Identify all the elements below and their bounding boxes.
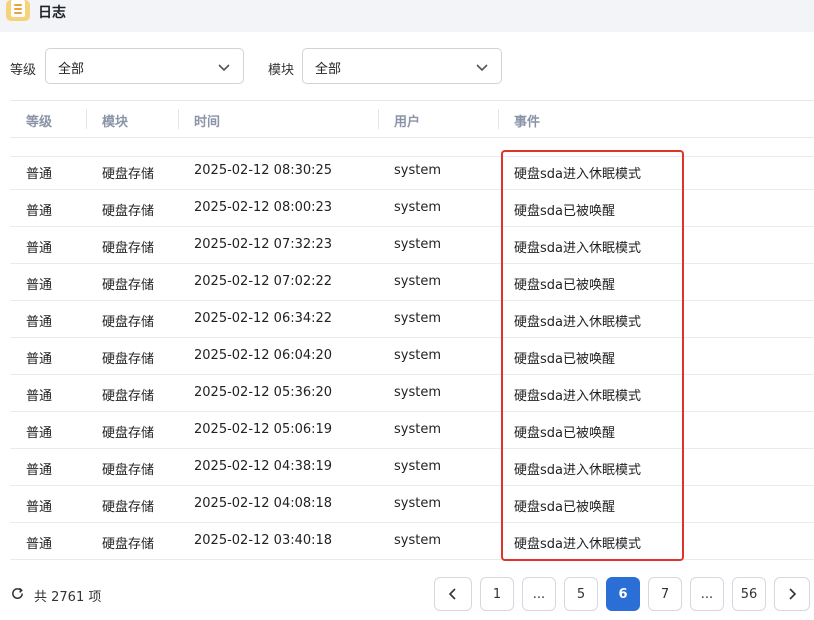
cell-module: 硬盘存储: [102, 204, 155, 219]
table-row[interactable]: 普通 硬盘存储 2025-02-12 07:02:22 system 硬盘sda已被唤醒: [10, 264, 814, 301]
cell-time: 2025-02-12 05:06:19: [194, 422, 333, 437]
cell-user: system: [394, 200, 441, 215]
cell-user: system: [394, 496, 441, 511]
table-row[interactable]: 普通 硬盘存储 2025-02-12 08:30:25 system 硬盘sda进入休眠…: [10, 153, 814, 190]
page-button[interactable]: 7: [648, 577, 682, 611]
cell-event: 硬盘sda已被唤醒: [514, 500, 615, 515]
cell-user: system: [394, 348, 441, 363]
cell-user: system: [394, 533, 441, 548]
table-header: 等级 模块 时间 用户 事件: [10, 100, 814, 138]
cell-level: 普通: [26, 241, 53, 256]
cell-event: 硬盘sda已被唤醒: [514, 204, 615, 219]
page-ellipsis[interactable]: ...: [522, 577, 556, 611]
cell-module: 硬盘存储: [102, 500, 155, 515]
header-level[interactable]: 等级: [26, 111, 52, 130]
cell-level: 普通: [26, 426, 53, 441]
module-select[interactable]: 全部: [302, 48, 502, 84]
cell-module: 硬盘存储: [102, 278, 155, 293]
level-filter-label: 等级: [10, 63, 37, 78]
cell-event: 硬盘sda进入休眠模式: [514, 389, 641, 404]
cell-time: 2025-02-12 07:02:22: [194, 274, 333, 289]
table-row[interactable]: 普通 硬盘存储 2025-02-12 04:38:19 system 硬盘sda进入休眠…: [10, 449, 814, 486]
table-row[interactable]: 普通 硬盘存储 2025-02-12 06:04:20 system 硬盘sda已被唤醒: [10, 338, 814, 375]
cell-event: 硬盘sda已被唤醒: [514, 352, 615, 367]
cell-time: 2025-02-12 06:04:20: [194, 348, 333, 363]
table-row[interactable]: 普通 硬盘存储 2025-02-12 05:36:20 system 硬盘sda进入休眠…: [10, 375, 814, 412]
cell-event: 硬盘sda已被唤醒: [514, 426, 615, 441]
cell-module: 硬盘存储: [102, 241, 155, 256]
table-row[interactable]: 普通 硬盘存储 2025-02-12 05:06:19 system 硬盘sda已被唤醒: [10, 412, 814, 449]
cell-level: 普通: [26, 463, 53, 478]
cell-user: system: [394, 311, 441, 326]
chevron-right-icon: [789, 588, 797, 600]
next-page-button[interactable]: [774, 577, 810, 611]
page-button[interactable]: 5: [564, 577, 598, 611]
cell-event: 硬盘sda进入休眠模式: [514, 241, 641, 256]
header-user[interactable]: 用户: [394, 111, 420, 130]
cell-user: system: [394, 385, 441, 400]
cell-event: 硬盘sda进入休眠模式: [514, 463, 641, 478]
header-time[interactable]: 时间: [194, 111, 220, 130]
cell-user: system: [394, 274, 441, 289]
table-row[interactable]: 普通 硬盘存储 2025-02-12 04:08:18 system 硬盘sda已被唤醒: [10, 486, 814, 523]
chevron-down-icon: [476, 64, 488, 72]
module-select-value: 全部: [315, 62, 342, 77]
level-select-value: 全部: [58, 62, 85, 77]
cell-time: 2025-02-12 07:32:23: [194, 237, 333, 252]
window-title: 日志: [38, 5, 66, 21]
cell-event: 硬盘sda已被唤醒: [514, 278, 615, 293]
current-page-button[interactable]: 6: [606, 577, 640, 611]
cell-user: system: [394, 237, 441, 252]
cell-time: 2025-02-12 08:00:23: [194, 200, 333, 215]
table-row[interactable]: 普通 硬盘存储 2025-02-12 08:00:23 system 硬盘sda已被唤醒: [10, 190, 814, 227]
cell-user: system: [394, 459, 441, 474]
page-button[interactable]: 1: [480, 577, 514, 611]
table-row[interactable]: 普通 硬盘存储 2025-02-12 07:32:23 system 硬盘sda进入休眠…: [10, 227, 814, 264]
cell-level: 普通: [26, 500, 53, 515]
cell-level: 普通: [26, 315, 53, 330]
cell-user: system: [394, 163, 441, 178]
cell-level: 普通: [26, 204, 53, 219]
level-select[interactable]: 全部: [45, 48, 244, 84]
log-app-icon: [6, 0, 30, 21]
prev-page-button[interactable]: [434, 577, 472, 611]
cell-module: 硬盘存储: [102, 463, 155, 478]
cell-event: 硬盘sda进入休眠模式: [514, 537, 641, 552]
cell-time: 2025-02-12 06:34:22: [194, 311, 333, 326]
refresh-icon[interactable]: [10, 586, 25, 601]
log-table: 等级 模块 时间 用户 事件 普通 硬盘存储 2025-02-12 08:30:25…: [10, 100, 814, 560]
cell-time: 2025-02-12 05:36:20: [194, 385, 333, 400]
cell-time: 2025-02-12 08:30:25: [194, 163, 333, 178]
cell-user: system: [394, 422, 441, 437]
cell-level: 普通: [26, 389, 53, 404]
table-row[interactable]: 普通 硬盘存储 2025-02-12 06:34:22 system 硬盘sda进入休眠…: [10, 301, 814, 338]
cell-level: 普通: [26, 352, 53, 367]
cell-module: 硬盘存储: [102, 389, 155, 404]
cell-time: 2025-02-12 04:38:19: [194, 459, 333, 474]
module-filter-label: 模块: [268, 63, 295, 78]
page-ellipsis[interactable]: ...: [690, 577, 724, 611]
cell-module: 硬盘存储: [102, 167, 155, 182]
chevron-left-icon: [448, 588, 456, 600]
cell-event: 硬盘sda进入休眠模式: [514, 315, 641, 330]
cell-level: 普通: [26, 167, 53, 182]
cell-time: 2025-02-12 03:40:18: [194, 533, 333, 548]
cell-module: 硬盘存储: [102, 537, 155, 552]
header-event[interactable]: 事件: [514, 111, 540, 130]
cell-level: 普通: [26, 537, 53, 552]
table-row[interactable]: 普通 硬盘存储 2025-02-12 03:40:18 system 硬盘sda进入休眠…: [10, 523, 814, 560]
total-count: 共 2761 项: [34, 590, 102, 605]
cell-module: 硬盘存储: [102, 352, 155, 367]
page-button[interactable]: 56: [732, 577, 766, 611]
cell-event: 硬盘sda进入休眠模式: [514, 167, 641, 182]
header-module[interactable]: 模块: [102, 111, 128, 130]
chevron-down-icon: [218, 64, 230, 72]
cell-module: 硬盘存储: [102, 315, 155, 330]
cell-time: 2025-02-12 04:08:18: [194, 496, 333, 511]
cell-level: 普通: [26, 278, 53, 293]
cell-module: 硬盘存储: [102, 426, 155, 441]
title-bar: 日志: [0, 0, 814, 32]
